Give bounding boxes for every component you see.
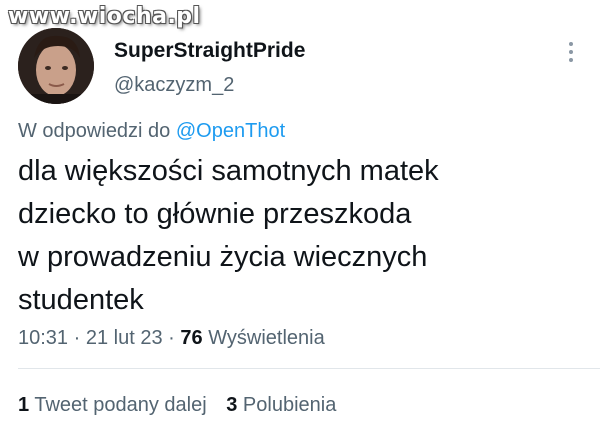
- divider: [18, 368, 600, 369]
- display-name[interactable]: SuperStraightPride: [114, 38, 305, 64]
- tweet-date[interactable]: 21 lut 23: [86, 327, 163, 349]
- likes-stat[interactable]: 3 Polubienia: [226, 394, 336, 416]
- tweet-stats: 1 Tweet podany dalej 3 Polubienia: [18, 394, 350, 417]
- author-names: SuperStraightPride @kaczyzm_2: [114, 38, 305, 98]
- retweets-label: Tweet podany dalej: [34, 394, 207, 416]
- meta-separator: ·: [168, 327, 175, 349]
- tweet-text-line: w prowadzeniu życia wiecznych: [18, 241, 428, 273]
- retweets-stat[interactable]: 1 Tweet podany dalej: [18, 394, 212, 416]
- tweet-meta: 10:31 · 21 lut 23 · 76 Wyświetlenia: [18, 327, 325, 350]
- meta-separator: ·: [73, 327, 81, 349]
- tweet-text-line: dziecko to głównie przeszkoda: [18, 198, 412, 230]
- reply-prefix: W odpowiedzi do: [18, 120, 171, 142]
- tweet-header: SuperStraightPride @kaczyzm_2: [18, 28, 582, 108]
- tweet-time[interactable]: 10:31: [18, 327, 68, 349]
- tweet-text: dla większości samotnych matek dziecko t…: [18, 150, 578, 322]
- avatar[interactable]: [18, 28, 94, 104]
- watermark-logo: www.wiocha.pl: [8, 4, 201, 29]
- views-count: 76: [180, 327, 203, 349]
- reply-mention-link[interactable]: @OpenThot: [176, 120, 285, 142]
- likes-count: 3: [226, 394, 238, 416]
- user-handle[interactable]: @kaczyzm_2: [114, 72, 305, 98]
- more-vertical-icon[interactable]: [568, 42, 574, 66]
- reply-context: W odpowiedzi do @OpenThot: [18, 120, 285, 143]
- tweet-text-line: studentek: [18, 284, 144, 316]
- retweets-count: 1: [18, 394, 30, 416]
- avatar-image: [18, 28, 94, 104]
- tweet-text-line: dla większości samotnych matek: [18, 155, 439, 187]
- likes-label: Polubienia: [242, 394, 337, 416]
- views-label: Wyświetlenia: [208, 327, 325, 349]
